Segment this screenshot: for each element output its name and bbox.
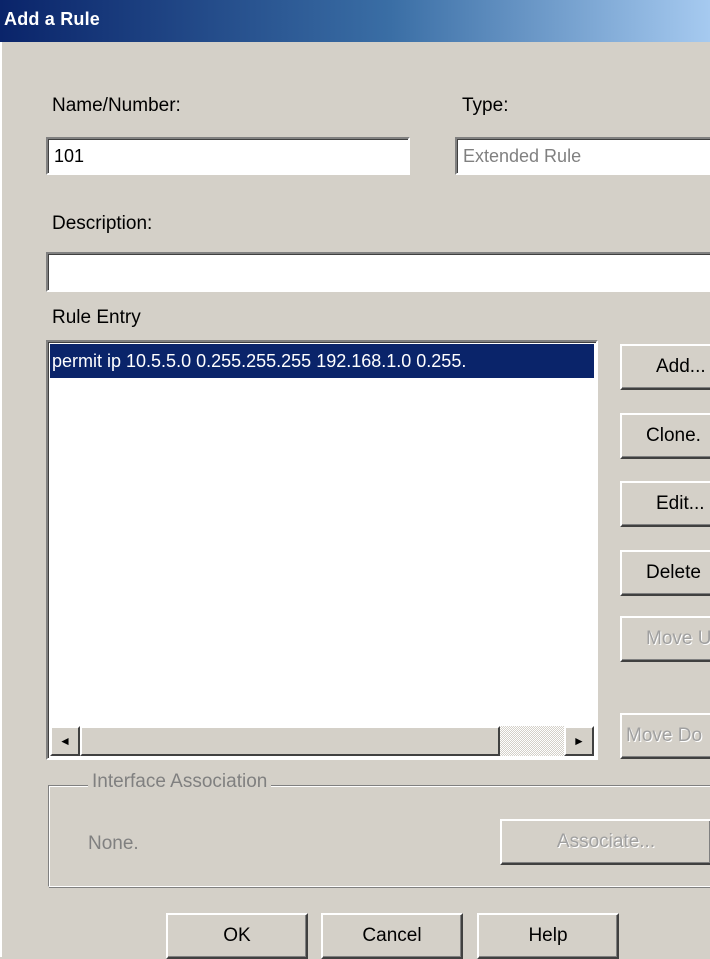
- clone-button[interactable]: Clone.: [620, 413, 710, 459]
- name-number-label: Name/Number:: [52, 95, 181, 116]
- type-value: Extended Rule: [463, 146, 582, 166]
- name-number-input[interactable]: 101: [46, 137, 410, 175]
- move-down-button: Move Do: [620, 713, 710, 759]
- cancel-button[interactable]: Cancel: [321, 913, 463, 959]
- window-edge: [0, 42, 2, 957]
- rule-entry-list[interactable]: permit ip 10.5.5.0 0.255.255.255 192.168…: [46, 340, 598, 760]
- help-button[interactable]: Help: [477, 913, 619, 959]
- scroll-right-icon[interactable]: ►: [564, 726, 594, 756]
- ok-button[interactable]: OK: [166, 913, 308, 959]
- name-number-value: 101: [54, 146, 85, 166]
- scroll-track[interactable]: [500, 726, 564, 756]
- add-rule-dialog: Add a Rule Name/Number: 101 Type: Extend…: [0, 0, 710, 959]
- scroll-left-icon[interactable]: ◄: [50, 726, 80, 756]
- horizontal-scrollbar[interactable]: ◄ ►: [50, 726, 594, 756]
- description-input[interactable]: [46, 252, 710, 292]
- move-up-button: Move U: [620, 616, 710, 662]
- associate-button: Associate...: [500, 819, 710, 865]
- window-title: Add a Rule: [4, 9, 101, 29]
- add-button[interactable]: Add...: [620, 344, 710, 390]
- interface-association-value: None.: [88, 833, 139, 854]
- type-label: Type:: [462, 95, 509, 116]
- interface-association-legend: Interface Association: [88, 771, 272, 793]
- title-bar[interactable]: Add a Rule: [0, 0, 710, 42]
- rule-entry-label: Rule Entry: [52, 307, 141, 328]
- edit-button[interactable]: Edit...: [620, 481, 710, 527]
- delete-button[interactable]: Delete: [620, 550, 710, 596]
- scroll-thumb[interactable]: [80, 726, 500, 756]
- rule-entry-item[interactable]: permit ip 10.5.5.0 0.255.255.255 192.168…: [50, 344, 594, 378]
- description-label: Description:: [52, 213, 153, 234]
- type-input: Extended Rule: [455, 137, 710, 175]
